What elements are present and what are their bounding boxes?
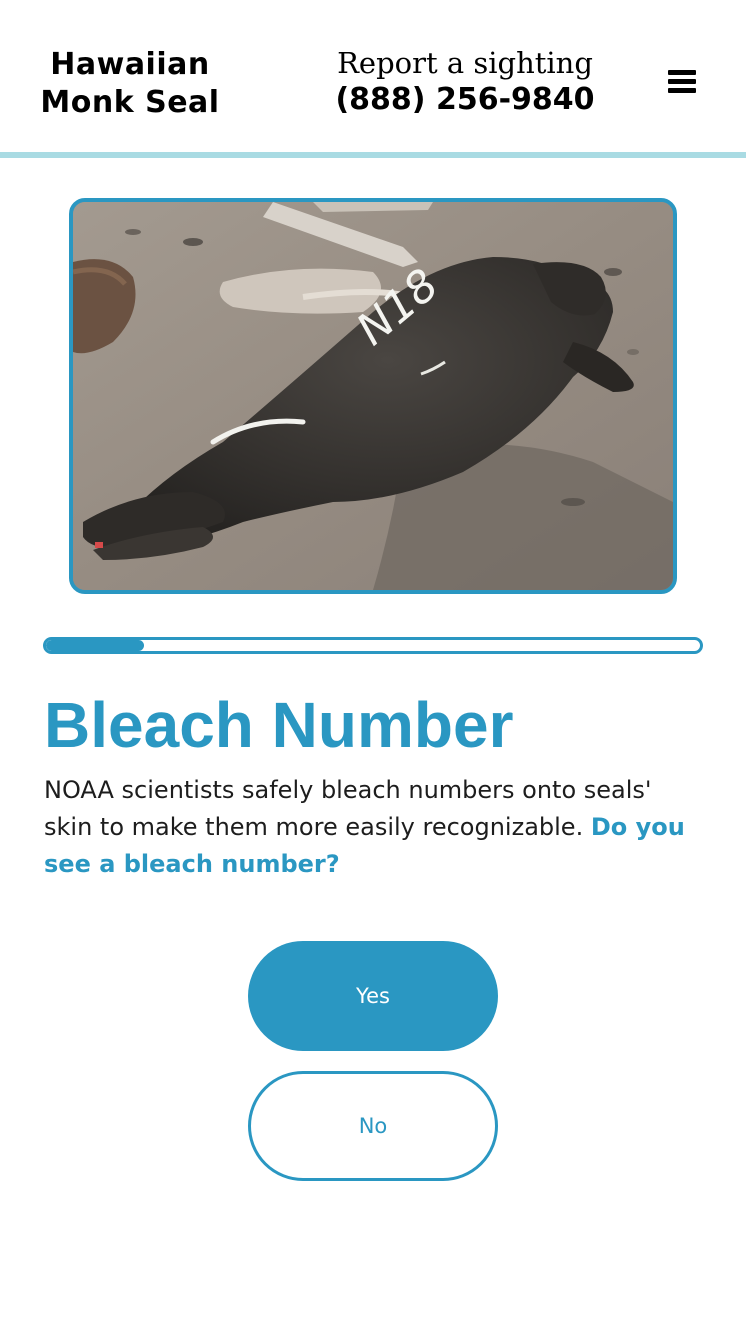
brand-line-1: Hawaiian: [50, 47, 210, 82]
seal-photo-illustration: N18: [73, 202, 673, 590]
seal-photo: N18: [69, 198, 677, 594]
menu-bar: [668, 79, 696, 84]
brand-logo[interactable]: Hawaiian Monk Seal: [30, 46, 230, 122]
yes-button[interactable]: Yes: [248, 941, 498, 1051]
report-sighting: Report a sighting (888) 256-9840: [320, 44, 610, 118]
page: Hawaiian Monk Seal Report a sighting (88…: [0, 0, 746, 1328]
report-phone-link[interactable]: (888) 256-9840: [320, 82, 610, 118]
description-text: NOAA scientists safely bleach numbers on…: [44, 776, 652, 841]
report-sighting-label: Report a sighting: [337, 46, 593, 80]
header-divider: [0, 152, 746, 158]
brand-line-2: Monk Seal: [40, 85, 220, 120]
site-header: Hawaiian Monk Seal Report a sighting (88…: [0, 0, 746, 152]
menu-bar: [668, 70, 696, 75]
page-title: Bleach Number: [44, 689, 514, 761]
no-button[interactable]: No: [248, 1071, 498, 1181]
hamburger-menu-icon[interactable]: [666, 68, 698, 96]
progress-bar: [43, 637, 703, 654]
description: NOAA scientists safely bleach numbers on…: [44, 772, 704, 883]
menu-bar: [668, 88, 696, 93]
progress-fill: [46, 640, 145, 651]
